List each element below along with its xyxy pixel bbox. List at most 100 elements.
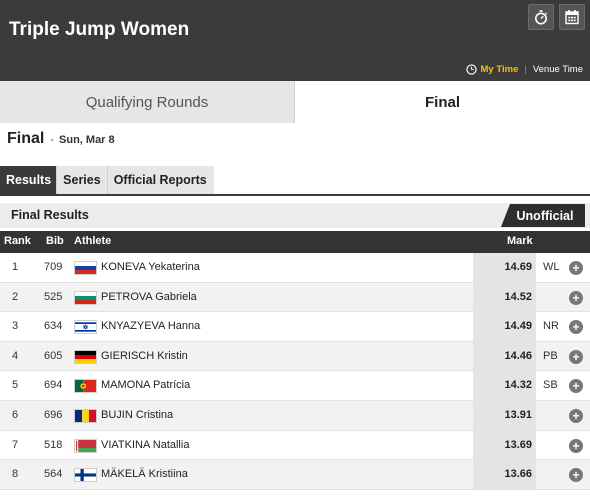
athlete-name-link[interactable]: MÄKELÄ Kristiina — [101, 468, 188, 480]
romania-flag-icon — [74, 408, 97, 423]
round-tabs: Qualifying Rounds Final — [0, 81, 590, 123]
heading-dash: - — [50, 134, 55, 146]
mark-value: 13.66 — [504, 468, 532, 481]
table-row: 5 694 MAMONA Patrícia 14.32 SB + — [0, 371, 590, 401]
bib-cell: 694 — [44, 379, 63, 392]
column-header-mark: Mark — [507, 235, 533, 247]
time-toggle: My Time | Venue Time — [465, 64, 583, 75]
mark-value: 13.91 — [504, 408, 532, 421]
athlete-name-link[interactable]: KONEVA Yekaterina — [101, 261, 200, 273]
athlete-name-link[interactable]: PETROVA Gabriela — [101, 291, 197, 303]
record-note: SB — [543, 379, 558, 392]
table-header: Rank Bib Athlete Mark — [0, 231, 590, 253]
expand-plus-icon[interactable]: + — [569, 438, 583, 453]
finland-flag-icon — [74, 468, 97, 483]
record-note: WL — [543, 261, 560, 273]
mark-value: 13.69 — [504, 438, 532, 451]
belarus-flag-icon — [74, 438, 97, 453]
athlete-name-link[interactable]: VIATKINA Natallia — [101, 439, 189, 451]
stopwatch-icon — [535, 10, 548, 25]
rank-cell: 5 — [12, 379, 19, 392]
table-row: 3 634 KNYAZYEVA Hanna 14.49 NR + — [0, 312, 590, 342]
column-header-rank: Rank — [4, 235, 31, 247]
mark-value: 14.46 — [504, 349, 532, 362]
expand-plus-icon[interactable]: + — [569, 468, 583, 483]
mark-cell: 14.32 — [473, 371, 536, 400]
mark-cell: 14.49 — [473, 312, 536, 341]
venue-time-link[interactable]: Venue Time — [533, 64, 583, 75]
tab-divider — [0, 194, 590, 196]
athlete-name-link[interactable]: MAMONA Patrícia — [101, 379, 190, 391]
rank-cell: 2 — [12, 290, 19, 303]
expand-plus-icon[interactable]: + — [569, 320, 583, 335]
bib-cell: 696 — [44, 408, 63, 421]
rank-cell: 1 — [12, 261, 19, 273]
results-title: Final Results — [11, 208, 89, 222]
mark-value: 14.69 — [504, 261, 532, 273]
round-date: Sun, Mar 8 — [59, 134, 115, 146]
russia-flag-icon — [74, 261, 97, 275]
table-row: 8 564 MÄKELÄ Kristiina 13.66 + — [0, 460, 590, 490]
tab-qualifying-rounds[interactable]: Qualifying Rounds — [0, 81, 295, 123]
rank-cell: 7 — [12, 438, 19, 451]
mark-value: 14.49 — [504, 320, 532, 333]
tab-final[interactable]: Final — [295, 81, 590, 123]
results-table: 1 709 KONEVA Yekaterina 14.69 WL + 2 525… — [0, 253, 590, 490]
tab-official-reports[interactable]: Official Reports — [107, 166, 214, 194]
rank-cell: 4 — [12, 349, 19, 362]
table-row: 2 525 PETROVA Gabriela 14.52 + — [0, 282, 590, 313]
expand-plus-icon[interactable]: + — [569, 379, 583, 394]
column-header-athlete: Athlete — [74, 235, 112, 247]
rank-cell: 3 — [12, 320, 19, 333]
mark-cell: 14.52 — [473, 282, 536, 312]
mark-cell: 13.91 — [473, 400, 536, 430]
page-header: Triple Jump Women My Time | Venue Time — [0, 0, 590, 81]
expand-plus-icon[interactable]: + — [569, 261, 583, 275]
table-row: 1 709 KONEVA Yekaterina 14.69 WL + — [0, 253, 590, 283]
mark-cell: 14.46 — [473, 341, 536, 371]
stopwatch-button[interactable] — [528, 4, 554, 30]
clock-icon — [465, 64, 477, 75]
round-heading: Final - Sun, Mar 8 — [7, 130, 115, 148]
expand-plus-icon[interactable]: + — [569, 408, 583, 423]
mark-value: 14.32 — [504, 379, 532, 392]
table-row: 4 605 GIERISCH Kristin 14.46 PB + — [0, 341, 590, 372]
status-badge: Unofficial — [501, 204, 585, 227]
page-title: Triple Jump Women — [9, 19, 190, 40]
my-time-link[interactable]: My Time — [481, 64, 519, 75]
israel-flag-icon — [74, 320, 97, 335]
record-note: NR — [543, 320, 559, 333]
time-separator: | — [524, 64, 527, 75]
bib-cell: 709 — [44, 261, 63, 273]
mark-cell: 13.66 — [473, 460, 536, 489]
calendar-button[interactable] — [559, 4, 585, 30]
result-tabs: Results Series Official Reports — [0, 166, 214, 194]
rank-cell: 8 — [12, 468, 19, 481]
athlete-name-link[interactable]: GIERISCH Kristin — [101, 350, 188, 362]
column-header-bib: Bib — [46, 235, 64, 247]
rank-cell: 6 — [12, 408, 19, 421]
results-header: Final Results Unofficial — [0, 203, 590, 228]
expand-plus-icon[interactable]: + — [569, 290, 583, 305]
athlete-name-link[interactable]: BUJIN Cristina — [101, 409, 173, 421]
mark-cell: 14.69 — [473, 253, 536, 282]
mark-cell: 13.69 — [473, 430, 536, 460]
bib-cell: 605 — [44, 349, 63, 362]
bib-cell: 634 — [44, 320, 63, 333]
portugal-flag-icon — [74, 379, 97, 394]
expand-plus-icon[interactable]: + — [569, 349, 583, 364]
tab-results[interactable]: Results — [0, 166, 58, 194]
bib-cell: 564 — [44, 468, 63, 481]
round-title: Final — [7, 130, 45, 147]
calendar-icon — [565, 10, 579, 25]
bulgaria-flag-icon — [74, 290, 97, 305]
table-row: 6 696 BUJIN Cristina 13.91 + — [0, 400, 590, 431]
record-note: PB — [543, 349, 558, 362]
mark-value: 14.52 — [504, 290, 532, 303]
germany-flag-icon — [74, 349, 97, 364]
bib-cell: 525 — [44, 290, 63, 303]
athlete-name-link[interactable]: KNYAZYEVA Hanna — [101, 320, 200, 332]
bib-cell: 518 — [44, 438, 63, 451]
tab-series[interactable]: Series — [57, 166, 108, 194]
table-row: 7 518 VIATKINA Natallia 13.69 + — [0, 430, 590, 461]
